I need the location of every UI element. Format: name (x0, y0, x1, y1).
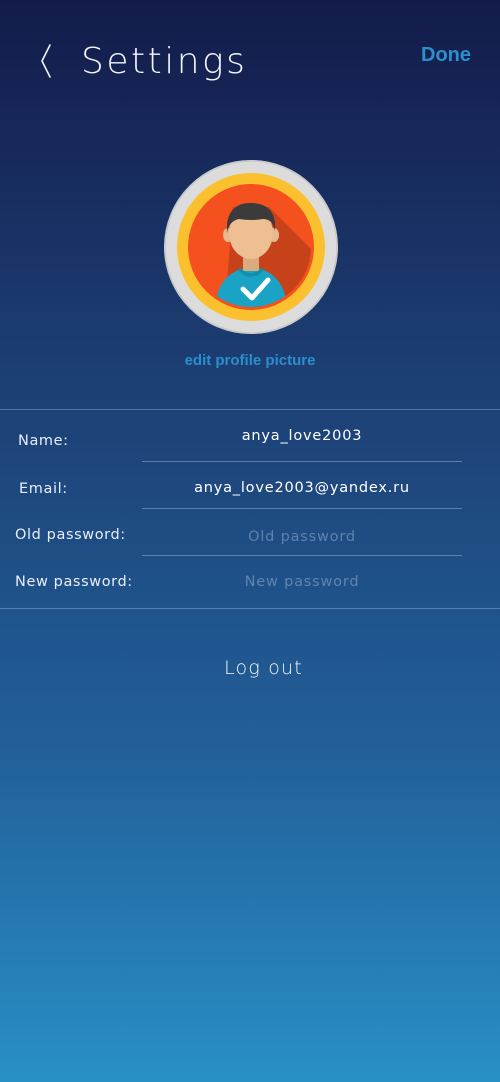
chevron-left-icon (41, 44, 51, 78)
profile-avatar[interactable] (163, 159, 339, 335)
email-field-underline (142, 508, 462, 509)
page-title: Settings (81, 41, 248, 82)
email-field[interactable] (142, 473, 462, 503)
user-avatar-checkmark-icon (164, 160, 338, 334)
logout-button[interactable]: Log out (27, 655, 500, 681)
name-label: Name: (18, 433, 69, 449)
new-password-label: New password: (15, 574, 133, 590)
name-field[interactable] (142, 421, 462, 451)
new-password-field[interactable] (142, 567, 462, 597)
old-password-field-underline (142, 555, 462, 556)
email-label: Email: (19, 481, 68, 497)
form-bottom-divider (0, 608, 500, 609)
name-field-underline (142, 461, 462, 462)
old-password-label: Old password: (15, 527, 126, 543)
done-button[interactable]: Done (421, 41, 471, 69)
old-password-field[interactable] (142, 522, 462, 552)
form-top-divider (0, 409, 500, 410)
edit-profile-picture-link[interactable]: edit profile picture (0, 351, 500, 371)
back-button[interactable] (30, 38, 64, 84)
